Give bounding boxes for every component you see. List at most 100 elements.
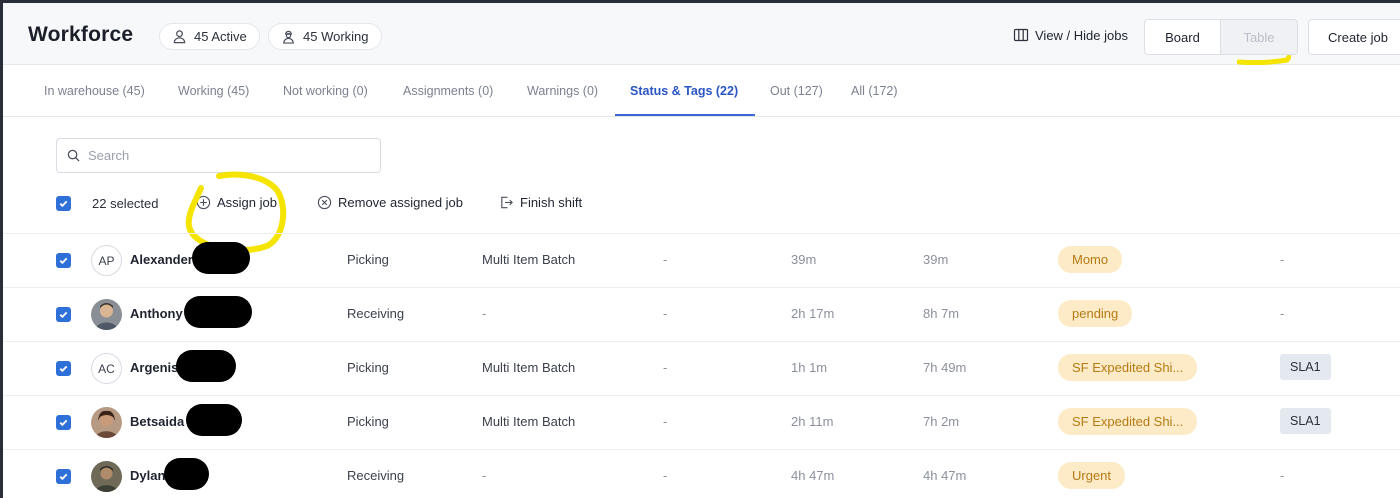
status-tag[interactable]: SF Expedited Shi... [1058, 354, 1198, 381]
tab-in-warehouse[interactable]: In warehouse (45) [44, 65, 145, 117]
empty-cell: - [663, 360, 668, 375]
finish-shift-button[interactable]: Finish shift [499, 195, 582, 210]
status-tag[interactable]: Momo [1058, 246, 1123, 273]
columns-icon [1013, 28, 1029, 42]
sla-cell: - [1280, 252, 1285, 267]
table-row[interactable]: Betsaida Picking Multi Item Batch - 2h 1… [3, 395, 1400, 449]
sla-badge: SLA1 [1280, 408, 1331, 434]
avatar-photo [91, 299, 122, 330]
redaction-mark [184, 296, 252, 328]
worker-name: Dylan [130, 468, 166, 483]
worker-name: Anthony [130, 306, 183, 321]
tab-bar: In warehouse (45) Working (45) Not worki… [3, 65, 1400, 117]
tab-status-tags[interactable]: Status & Tags (22) [630, 65, 738, 117]
remove-assigned-job-label: Remove assigned job [338, 195, 464, 210]
avatar: AP [91, 245, 122, 276]
finish-shift-label: Finish shift [520, 195, 583, 210]
person-photo-icon [91, 407, 122, 438]
avatar: AC [91, 353, 122, 384]
row-checkbox[interactable] [56, 307, 71, 322]
exit-icon [501, 196, 513, 209]
time-on-job: 4h 47m [791, 468, 835, 483]
status-tag[interactable]: Urgent [1058, 462, 1126, 489]
worker-name: Alexander [130, 252, 193, 267]
time-on-shift: 8h 7m [923, 306, 960, 321]
time-on-job: 2h 11m [791, 414, 834, 429]
search-input[interactable] [88, 148, 368, 163]
avatar-photo [91, 407, 122, 438]
time-on-shift: 7h 2m [923, 414, 960, 429]
row-checkbox[interactable] [56, 361, 71, 376]
empty-cell: - [663, 414, 668, 429]
x-circle-icon [317, 195, 332, 210]
redaction-mark [192, 242, 250, 274]
sla-badge: SLA1 [1280, 354, 1331, 380]
table-view-button[interactable]: Table [1220, 19, 1298, 55]
check-icon [59, 311, 68, 319]
table-row[interactable]: Anthony Receiving - - 2h 17m 8h 7m pendi… [3, 287, 1400, 341]
row-checkbox[interactable] [56, 415, 71, 430]
time-on-job: 39m [791, 252, 817, 267]
tab-warnings[interactable]: Warnings (0) [527, 65, 598, 117]
job-type: Picking [347, 252, 389, 267]
search-box [56, 138, 381, 173]
remove-assigned-job-button[interactable]: Remove assigned job [317, 195, 463, 210]
redaction-mark [186, 404, 242, 436]
table-row[interactable]: Dylan Receiving - - 4h 47m 4h 47m Urgent… [3, 449, 1400, 498]
tab-all[interactable]: All (172) [851, 65, 898, 117]
sla-cell: - [1280, 468, 1285, 483]
search-icon [67, 149, 80, 162]
table-row[interactable]: AC Argenis Picking Multi Item Batch - 1h… [3, 341, 1400, 395]
check-icon [59, 419, 68, 427]
redaction-mark [164, 458, 209, 490]
tab-not-working[interactable]: Not working (0) [283, 65, 368, 117]
view-hide-jobs-button[interactable]: View / Hide jobs [1013, 27, 1128, 43]
working-count-pill[interactable]: 45 Working [268, 23, 382, 50]
status-tag[interactable]: pending [1058, 300, 1133, 327]
job-type: Picking [347, 360, 389, 375]
batch-type: - [482, 468, 487, 483]
person-icon [173, 30, 186, 44]
time-on-shift: 39m [923, 252, 949, 267]
tab-out[interactable]: Out (127) [770, 65, 823, 117]
time-on-job: 2h 17m [791, 306, 835, 321]
active-count-pill[interactable]: 45 Active [159, 23, 260, 50]
time-on-shift: 7h 49m [923, 360, 967, 375]
selected-count: 22 selected [92, 196, 159, 211]
check-icon [59, 365, 68, 373]
worker-name: Argenis [130, 360, 179, 375]
tab-working[interactable]: Working (45) [178, 65, 249, 117]
row-checkbox[interactable] [56, 469, 71, 484]
tab-assignments[interactable]: Assignments (0) [403, 65, 493, 117]
select-all-checkbox[interactable] [56, 196, 71, 211]
time-on-job: 1h 1m [791, 360, 828, 375]
status-tag[interactable]: SF Expedited Shi... [1058, 408, 1198, 435]
table-row[interactable]: AP Alexander Picking Multi Item Batch - … [3, 233, 1400, 287]
person-photo-icon [91, 461, 122, 492]
empty-cell: - [663, 468, 668, 483]
row-checkbox[interactable] [56, 253, 71, 268]
empty-cell: - [663, 252, 668, 267]
worker-name: Betsaida [130, 414, 185, 429]
batch-type: Multi Item Batch [482, 252, 576, 267]
page-title: Workforce [28, 23, 134, 46]
avatar-photo [91, 461, 122, 492]
app-window: Workforce 45 Active 45 Working View / Hi… [3, 3, 1400, 498]
time-on-shift: 4h 47m [923, 468, 967, 483]
job-type: Receiving [347, 306, 405, 321]
job-type: Receiving [347, 468, 405, 483]
batch-type: Multi Item Batch [482, 414, 576, 429]
worker-icon [283, 30, 294, 44]
check-icon [59, 473, 68, 481]
check-icon [59, 200, 68, 208]
board-view-button[interactable]: Board [1144, 19, 1221, 55]
job-type: Picking [347, 414, 389, 429]
active-count-label: 45 Active [194, 29, 247, 44]
active-tab-indicator [615, 114, 755, 116]
top-bar: Workforce 45 Active 45 Working View / Hi… [3, 3, 1400, 66]
batch-type: - [482, 306, 487, 321]
sla-cell: - [1280, 306, 1285, 321]
create-job-button[interactable]: Create job [1308, 19, 1400, 55]
person-photo-icon [91, 299, 122, 330]
batch-type: Multi Item Batch [482, 360, 576, 375]
